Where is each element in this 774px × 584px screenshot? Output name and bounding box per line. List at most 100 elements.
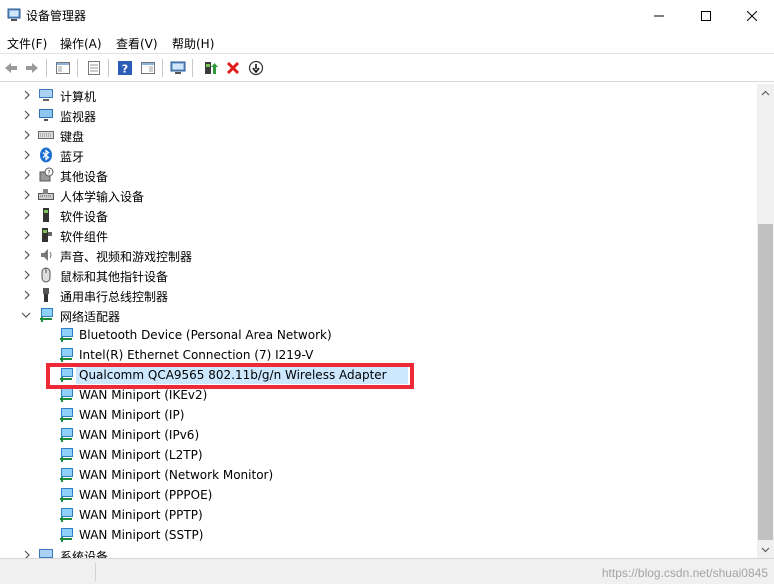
- uninstall-button[interactable]: [223, 58, 243, 78]
- chevron-right-icon[interactable]: [22, 149, 32, 161]
- tree-item-label: 网络适配器: [60, 310, 121, 324]
- chevron-right-icon[interactable]: [22, 169, 32, 181]
- bluetooth-icon: [40, 147, 52, 163]
- close-button[interactable]: [729, 0, 774, 31]
- chevron-down-icon[interactable]: [21, 309, 31, 321]
- show-hide-console-tree-icon: [56, 62, 70, 74]
- back-button[interactable]: [1, 58, 21, 78]
- toolbar-separator: [46, 59, 47, 77]
- tree-item-label: 通用串行总线控制器: [60, 290, 169, 304]
- usb-icon: [43, 288, 49, 302]
- tree-item-label: Intel(R) Ethernet Connection (7) I219-V: [79, 348, 314, 362]
- scroll-down-button[interactable]: [757, 541, 774, 558]
- tree-item-other-devices[interactable]: ? 其他设备: [0, 165, 756, 185]
- chevron-right-icon[interactable]: [22, 229, 32, 241]
- device-tree[interactable]: 计算机 监视器 键盘 蓝牙 ? 其他设备 人体学输入设备 软件设备 软件组件 声…: [0, 84, 756, 558]
- tree-item-adapter-selected[interactable]: Qualcomm QCA9565 802.11b/g/n Wireless Ad…: [0, 365, 756, 385]
- maximize-button[interactable]: [683, 0, 729, 31]
- tree-item-network-adapters[interactable]: 网络适配器: [0, 305, 756, 325]
- menu-view[interactable]: 查看(V): [116, 35, 158, 52]
- menu-action[interactable]: 操作(A): [60, 35, 102, 52]
- menu-file[interactable]: 文件(F): [7, 35, 47, 52]
- tree-item-label: 鼠标和其他指针设备: [60, 270, 169, 284]
- tree-item-adapter[interactable]: WAN Miniport (PPPOE): [0, 485, 756, 505]
- tree-item-adapter[interactable]: Intel(R) Ethernet Connection (7) I219-V: [0, 345, 756, 365]
- software-component-icon: [42, 228, 52, 242]
- chevron-right-icon[interactable]: [22, 189, 32, 201]
- chevron-right-icon[interactable]: [22, 549, 32, 558]
- system-devices-icon: [39, 549, 53, 558]
- tree-item-adapter[interactable]: Bluetooth Device (Personal Area Network): [0, 325, 756, 345]
- tree-item-system-devices[interactable]: 系统设备: [0, 545, 756, 558]
- hid-icon: [38, 189, 54, 200]
- network-adapter-icon: [60, 348, 73, 362]
- chevron-right-icon[interactable]: [22, 249, 32, 261]
- scroll-up-button[interactable]: [757, 84, 774, 101]
- show-hide-tree-button[interactable]: [53, 58, 73, 78]
- watermark: https://blog.csdn.net/shuai0845: [601, 566, 768, 580]
- tree-item-adapter[interactable]: WAN Miniport (L2TP): [0, 445, 756, 465]
- tree-item-adapter[interactable]: WAN Miniport (SSTP): [0, 525, 756, 545]
- tree-item-label: 键盘: [60, 130, 85, 144]
- action-pane-icon: [141, 62, 155, 74]
- disable-device-icon: [248, 60, 264, 76]
- tree-item-label: WAN Miniport (PPTP): [79, 508, 203, 522]
- network-adapter-icon: [60, 488, 73, 502]
- mouse-icon: [41, 267, 51, 283]
- tree-item-keyboards[interactable]: 键盘: [0, 125, 756, 145]
- tree-item-label: 蓝牙: [60, 150, 85, 164]
- tree-item-label: Bluetooth Device (Personal Area Network): [79, 328, 332, 342]
- title-bar: 设备管理器: [0, 0, 774, 31]
- chevron-right-icon[interactable]: [22, 269, 32, 281]
- tree-item-mice[interactable]: 鼠标和其他指针设备: [0, 265, 756, 285]
- tree-item-adapter[interactable]: WAN Miniport (PPTP): [0, 505, 756, 525]
- tree-item-sound-video-game[interactable]: 声音、视频和游戏控制器: [0, 245, 756, 265]
- other-devices-icon: ?: [39, 167, 54, 182]
- chevron-right-icon[interactable]: [22, 129, 32, 141]
- network-adapter-icon: [60, 468, 73, 482]
- network-adapter-icon: [60, 408, 73, 422]
- scan-hardware-button[interactable]: [168, 58, 188, 78]
- scrollbar-thumb[interactable]: [758, 224, 773, 540]
- tree-item-label: 软件设备: [60, 210, 109, 224]
- tree-item-software-components[interactable]: 软件组件: [0, 225, 756, 245]
- update-driver-button[interactable]: [200, 58, 220, 78]
- tree-item-adapter[interactable]: WAN Miniport (IPv6): [0, 425, 756, 445]
- network-adapter-icon: [60, 448, 73, 462]
- chevron-down-icon: [761, 547, 770, 552]
- disable-device-button[interactable]: [246, 58, 266, 78]
- network-adapter-icon: [60, 508, 73, 522]
- minimize-button[interactable]: [636, 0, 682, 31]
- status-cell: [0, 563, 96, 581]
- properties-button[interactable]: [84, 58, 104, 78]
- tree-item-monitors[interactable]: 监视器: [0, 105, 756, 125]
- tree-item-usb-controllers[interactable]: 通用串行总线控制器: [0, 285, 756, 305]
- help-icon: ?: [118, 61, 132, 76]
- tree-item-adapter[interactable]: WAN Miniport (Network Monitor): [0, 465, 756, 485]
- tree-item-software-devices[interactable]: 软件设备: [0, 205, 756, 225]
- toolbar-separator: [77, 59, 78, 77]
- speaker-icon: [41, 249, 52, 261]
- status-bar: https://blog.csdn.net/shuai0845: [0, 558, 774, 584]
- forward-button[interactable]: [22, 58, 42, 78]
- tree-item-bluetooth[interactable]: 蓝牙: [0, 145, 756, 165]
- tree-item-hid[interactable]: 人体学输入设备: [0, 185, 756, 205]
- help-button[interactable]: ?: [115, 58, 135, 78]
- tree-item-adapter[interactable]: WAN Miniport (IKEv2): [0, 385, 756, 405]
- action-pane-button[interactable]: [138, 58, 158, 78]
- tree-item-adapter[interactable]: WAN Miniport (IP): [0, 405, 756, 425]
- chevron-right-icon[interactable]: [22, 89, 32, 101]
- menu-help[interactable]: 帮助(H): [172, 35, 214, 52]
- chevron-right-icon[interactable]: [22, 209, 32, 221]
- chevron-right-icon[interactable]: [22, 109, 32, 121]
- tree-item-label: WAN Miniport (Network Monitor): [79, 468, 274, 482]
- tree-item-label: 其他设备: [60, 170, 109, 184]
- minimize-icon: [654, 15, 664, 16]
- vertical-scrollbar[interactable]: [757, 84, 774, 558]
- close-icon: [747, 10, 757, 21]
- toolbar-separator: [192, 59, 193, 77]
- tree-item-label: WAN Miniport (IPv6): [79, 428, 200, 442]
- tree-item-computer[interactable]: 计算机: [0, 85, 756, 105]
- network-adapter-icon: [60, 528, 73, 542]
- chevron-right-icon[interactable]: [22, 289, 32, 301]
